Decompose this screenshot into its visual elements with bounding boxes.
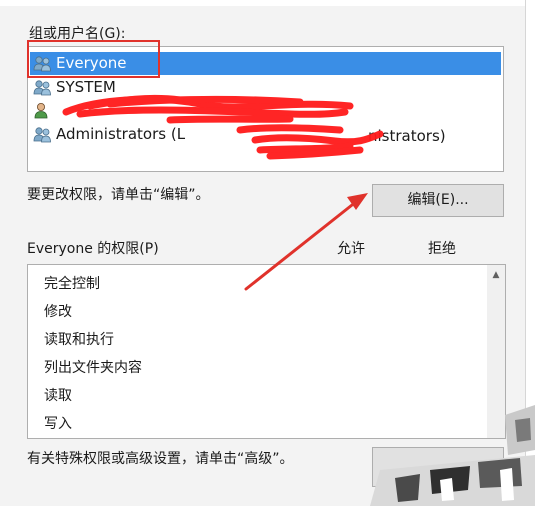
permission-item: 读取 <box>44 388 72 404</box>
advanced-settings-hint: 有关特殊权限或高级设置，请单击“高级”。 <box>27 451 294 467</box>
permission-item: 完全控制 <box>44 276 100 292</box>
permissions-scrollbar[interactable]: ▲ <box>487 265 505 438</box>
list-item-user[interactable] <box>30 99 501 122</box>
allow-column-header: 允许 <box>337 241 365 257</box>
right-border <box>525 0 535 506</box>
user-name: Administrators (L <box>56 125 186 143</box>
permission-item: 读取和执行 <box>44 332 114 348</box>
top-border <box>0 0 535 6</box>
permissions-list[interactable]: 完全控制 修改 读取和执行 列出文件夹内容 读取 写入 ▲ <box>27 264 506 439</box>
edit-button[interactable]: 编辑(E)... <box>372 184 504 217</box>
users-group-icon <box>33 80 51 96</box>
change-permission-hint: 要更改权限，请单击“编辑”。 <box>27 187 210 203</box>
deny-column-header: 拒绝 <box>428 241 456 257</box>
users-group-icon <box>33 56 51 72</box>
user-icon <box>34 103 48 119</box>
user-name: SYSTEM <box>56 78 116 96</box>
list-item-everyone[interactable]: Everyone <box>30 52 501 75</box>
users-group-icon <box>33 127 51 143</box>
permissions-for-label: Everyone 的权限(P) <box>27 241 159 257</box>
advanced-button[interactable] <box>372 447 504 487</box>
users-list[interactable]: Everyone SYSTEM Administrators (L nistra… <box>27 46 504 172</box>
security-tab-panel: 组或用户名(G): Everyone SYSTEM Administrators… <box>0 0 535 506</box>
permission-item: 列出文件夹内容 <box>44 360 142 376</box>
groups-label: 组或用户名(G): <box>29 26 126 42</box>
permission-item: 写入 <box>44 416 72 432</box>
permission-item: 修改 <box>44 304 72 320</box>
admin-name-suffix: nistrators) <box>368 127 446 145</box>
user-name: Everyone <box>56 54 127 72</box>
list-item-system[interactable]: SYSTEM <box>30 76 501 99</box>
scroll-up-icon[interactable]: ▲ <box>487 267 505 283</box>
